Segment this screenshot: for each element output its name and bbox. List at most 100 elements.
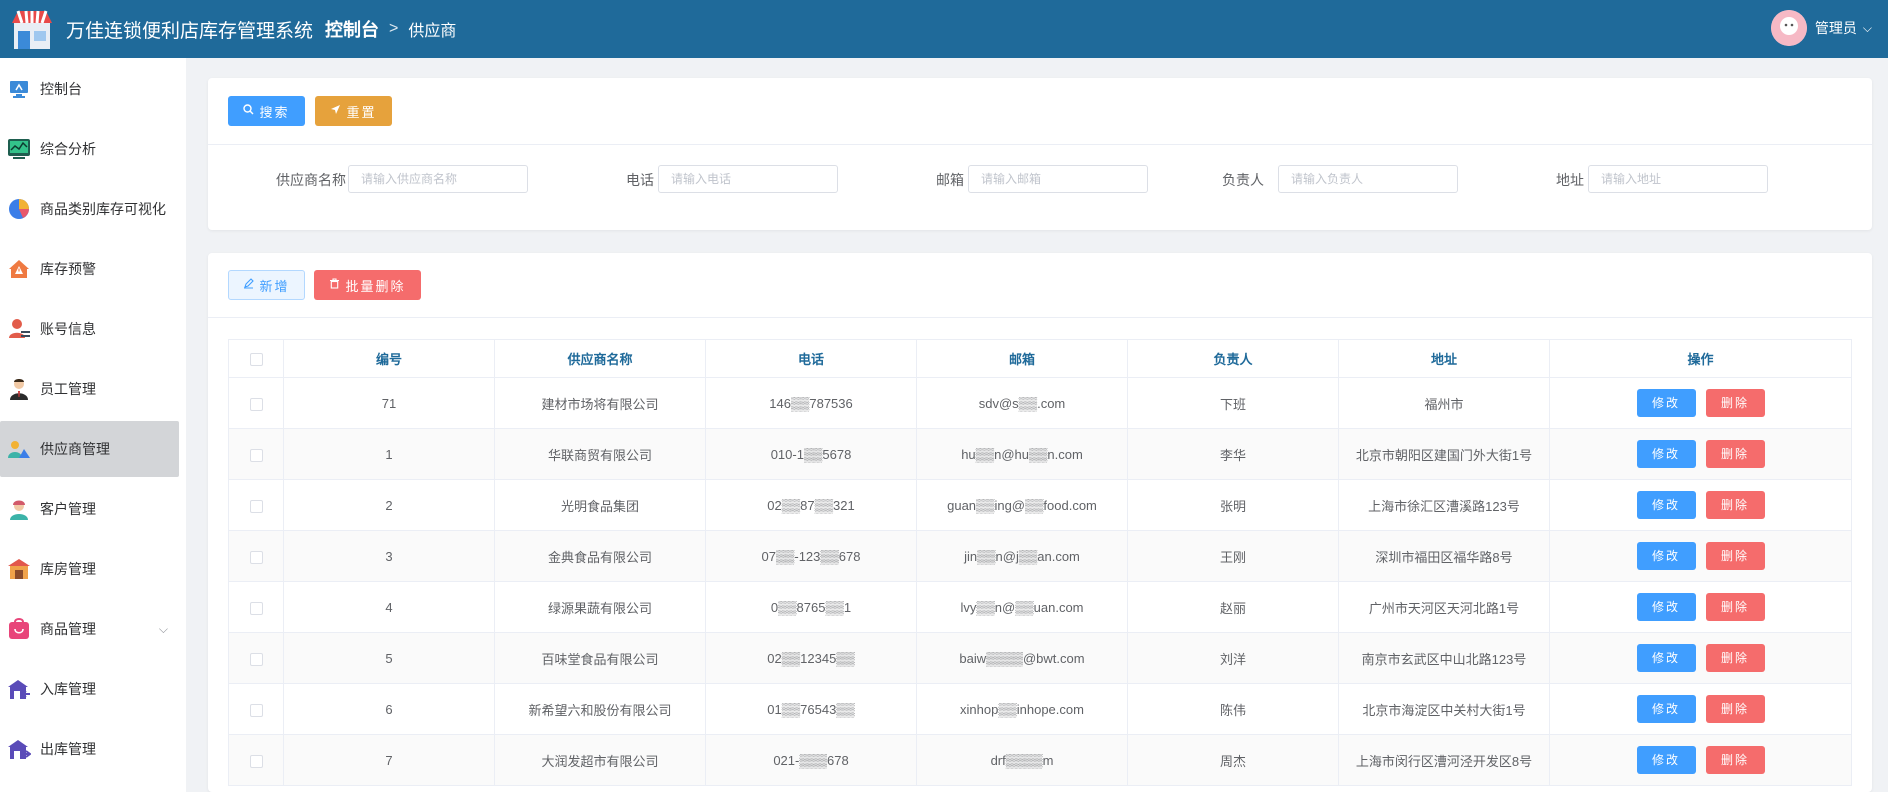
sidebar-item-stock-in[interactable]: 入库管理 <box>0 661 186 717</box>
sidebar-item-stock-out[interactable]: 出库管理 <box>0 721 186 777</box>
email-input[interactable] <box>968 165 1148 193</box>
cell-phone: 146▒▒787536 <box>705 377 917 429</box>
cell-email: jin▒▒n@j▒▒an.com <box>916 530 1128 582</box>
user-menu[interactable]: 管理员 ⌵ <box>1770 10 1872 46</box>
cell-actions: 修改 删除 <box>1549 428 1852 480</box>
table-row: 1 华联商贸有限公司 010-1▒▒5678 hu▒▒n@hu▒▒n.com 李华 北京市… <box>228 428 1852 480</box>
chevron-down-icon[interactable]: ⌵ <box>1863 21 1872 36</box>
cell-name: 绿源果蔬有限公司 <box>494 581 706 633</box>
row-checkbox[interactable] <box>228 581 284 633</box>
cell-actions: 修改 删除 <box>1549 683 1852 735</box>
sidebar-item-label: 库存预警 <box>40 261 96 277</box>
sidebar-item-label: 客户管理 <box>40 501 96 517</box>
store-logo-icon[interactable] <box>10 7 54 51</box>
cell-name: 光明食品集团 <box>494 479 706 531</box>
column-header-email[interactable]: 邮箱 <box>916 339 1128 378</box>
delete-button[interactable]: 删除 <box>1705 389 1765 417</box>
row-checkbox[interactable] <box>228 428 284 480</box>
cell-email: guan▒▒ing@▒▒food.com <box>916 479 1128 531</box>
cell-name: 华联商贸有限公司 <box>494 428 706 480</box>
cell-email: drf▒▒▒▒m <box>916 734 1128 786</box>
sidebar-item-category-visualization[interactable]: 商品类别库存可视化 <box>0 181 186 237</box>
supplier-icon <box>6 436 32 462</box>
column-header-name[interactable]: 供应商名称 <box>494 339 706 378</box>
reset-button[interactable]: 重置 <box>315 96 392 126</box>
employee-icon <box>6 376 32 402</box>
sidebar-item-supplier[interactable]: 供应商管理 <box>0 421 179 477</box>
sidebar-item-warehouse[interactable]: 库房管理 <box>0 541 186 597</box>
sidebar-item-label: 入库管理 <box>40 681 96 697</box>
delete-button[interactable]: 删除 <box>1705 746 1765 774</box>
select-all-checkbox[interactable] <box>228 339 284 378</box>
cell-contact: 周杰 <box>1127 734 1339 786</box>
contact-label: 负责人 <box>1222 172 1264 188</box>
sidebar-item-label: 出库管理 <box>40 741 96 757</box>
phone-input[interactable] <box>658 165 838 193</box>
row-checkbox[interactable] <box>228 479 284 531</box>
cell-phone: 01▒▒76543▒▒ <box>705 683 917 735</box>
cell-address: 广州市天河区天河北路1号 <box>1338 581 1550 633</box>
table-row: 3 金典食品有限公司 07▒▒-123▒▒678 jin▒▒n@j▒▒an.com 王刚… <box>228 530 1852 582</box>
cell-address: 南京市玄武区中山北路123号 <box>1338 632 1550 684</box>
row-checkbox[interactable] <box>228 530 284 582</box>
user-name[interactable]: 管理员 <box>1815 18 1857 38</box>
edit-button[interactable]: 修改 <box>1636 389 1696 417</box>
search-panel: 搜索 重置 供应商名称 电话 邮箱 负责人 地址 <box>208 78 1872 230</box>
edit-icon <box>243 278 255 292</box>
delete-button[interactable]: 删除 <box>1705 542 1765 570</box>
sidebar-item-goods[interactable]: 商品管理 ⌵ <box>0 601 186 657</box>
app-title: 万佳连锁便利店库存管理系统 <box>66 20 314 42</box>
row-checkbox[interactable] <box>228 683 284 735</box>
add-button[interactable]: 新增 <box>228 270 305 300</box>
delete-button[interactable]: 删除 <box>1705 695 1765 723</box>
column-header-phone[interactable]: 电话 <box>705 339 917 378</box>
edit-button[interactable]: 修改 <box>1636 440 1696 468</box>
chevron-down-icon[interactable]: ⌵ <box>159 622 168 637</box>
sidebar-item-customer[interactable]: 客户管理 <box>0 481 186 537</box>
batch-delete-button[interactable]: 批量删除 <box>314 270 421 300</box>
sidebar-item-label: 供应商管理 <box>40 441 110 457</box>
cell-phone: 021-▒▒▒678 <box>705 734 917 786</box>
delete-button[interactable]: 删除 <box>1705 440 1765 468</box>
breadcrumb-home[interactable]: 控制台 <box>325 16 379 42</box>
goods-icon <box>6 616 32 642</box>
edit-button[interactable]: 修改 <box>1636 644 1696 672</box>
cell-email: hu▒▒n@hu▒▒n.com <box>916 428 1128 480</box>
column-header-actions: 操作 <box>1549 339 1852 378</box>
sidebar-item-analytics[interactable]: 综合分析 <box>0 121 186 177</box>
sidebar-item-employee[interactable]: 员工管理 <box>0 361 186 417</box>
sidebar-item-stock-warning[interactable]: 库存预警 <box>0 241 186 297</box>
search-button[interactable]: 搜索 <box>228 96 305 126</box>
edit-button[interactable]: 修改 <box>1636 491 1696 519</box>
cell-name: 金典食品有限公司 <box>494 530 706 582</box>
column-header-id[interactable]: 编号 <box>283 339 495 378</box>
column-header-address[interactable]: 地址 <box>1338 339 1550 378</box>
cell-contact: 张明 <box>1127 479 1339 531</box>
row-checkbox[interactable] <box>228 734 284 786</box>
stock-out-icon <box>6 736 32 762</box>
sidebar-item-dashboard[interactable]: 控制台 <box>0 61 186 117</box>
edit-button[interactable]: 修改 <box>1636 542 1696 570</box>
delete-button[interactable]: 删除 <box>1705 644 1765 672</box>
row-checkbox[interactable] <box>228 632 284 684</box>
row-checkbox[interactable] <box>228 377 284 429</box>
edit-button[interactable]: 修改 <box>1636 746 1696 774</box>
edit-button[interactable]: 修改 <box>1636 695 1696 723</box>
supplier-name-input[interactable] <box>348 165 528 193</box>
cell-email: baiw▒▒▒▒@bwt.com <box>916 632 1128 684</box>
cell-contact: 王刚 <box>1127 530 1339 582</box>
email-label: 邮箱 <box>936 172 964 188</box>
cell-address: 深圳市福田区福华路8号 <box>1338 530 1550 582</box>
cell-phone: 02▒▒12345▒▒ <box>705 632 917 684</box>
column-header-contact[interactable]: 负责人 <box>1127 339 1339 378</box>
delete-button[interactable]: 删除 <box>1705 491 1765 519</box>
address-input[interactable] <box>1588 165 1768 193</box>
contact-input[interactable] <box>1278 165 1458 193</box>
delete-button[interactable]: 删除 <box>1705 593 1765 621</box>
edit-button[interactable]: 修改 <box>1636 593 1696 621</box>
phone-label: 电话 <box>626 172 654 188</box>
sidebar-item-account[interactable]: 账号信息 <box>0 301 186 357</box>
avatar[interactable] <box>1770 10 1807 46</box>
cell-name: 建材市场将有限公司 <box>494 377 706 429</box>
cell-contact: 李华 <box>1127 428 1339 480</box>
